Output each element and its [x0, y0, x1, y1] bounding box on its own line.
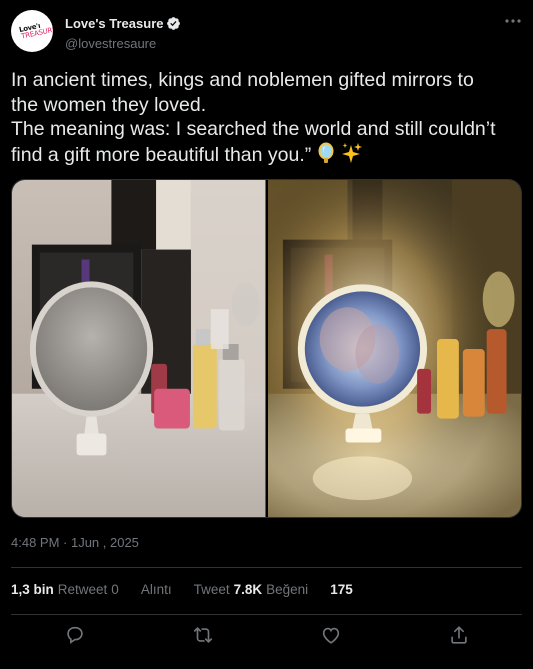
- retweet-icon[interactable]: [192, 624, 214, 646]
- avatar[interactable]: Love'ı TREASURE: [11, 10, 53, 52]
- sparkles-emoji-icon: [342, 142, 363, 163]
- author-handle[interactable]: @lovestresaure: [65, 36, 156, 51]
- display-name[interactable]: Love's Treasure: [65, 16, 163, 31]
- tweet-actions: [0, 624, 533, 650]
- share-icon[interactable]: [448, 624, 470, 646]
- tweet-timestamp[interactable]: 4:48 PM · 1Jun , 2025: [11, 535, 139, 550]
- more-options-icon[interactable]: [504, 16, 522, 26]
- tweet-text-line-last: find a gift more beautiful than you.”: [11, 142, 526, 168]
- like-icon[interactable]: [320, 624, 342, 646]
- mirror-off-illustration: [12, 180, 266, 517]
- likes-count[interactable]: 7.8K: [234, 582, 263, 597]
- retweets-count[interactable]: 1,3 bin: [11, 582, 54, 597]
- divider: [11, 614, 522, 615]
- verified-badge-icon: [167, 17, 181, 30]
- tweet-text: In ancient times, kings and noblemen gif…: [11, 68, 526, 167]
- tweet-header: Love'ı TREASURE Love's Treasure @lovestr…: [11, 10, 526, 54]
- mirror-off-photo[interactable]: [12, 180, 266, 517]
- tweet-text-line: In ancient times, kings and noblemen gif…: [11, 69, 474, 91]
- quotes-count[interactable]: 0: [111, 582, 119, 597]
- tweet-text-line: The meaning was: I searched the world an…: [11, 118, 496, 140]
- likes-prefix-label: Tweet: [193, 582, 230, 597]
- bookmarks-count[interactable]: 175: [330, 582, 353, 597]
- mirror-lit-photo[interactable]: [267, 180, 521, 517]
- engagement-stats: 1,3 bin Retweet 0 Alıntı Tweet 7.8K Beğe…: [11, 582, 357, 597]
- mirror-lit-illustration: [267, 180, 521, 517]
- divider: [11, 567, 522, 568]
- name-row: Love's Treasure: [65, 16, 181, 31]
- tweet-text-line: the women they loved.: [11, 93, 207, 116]
- retweets-label[interactable]: Retweet: [58, 582, 108, 597]
- tweet-text-line: find a gift more beautiful than you.”: [11, 143, 312, 166]
- mirror-emoji-icon: [318, 142, 334, 163]
- quotes-label[interactable]: Alıntı: [141, 582, 172, 597]
- media-gallery[interactable]: [11, 179, 522, 518]
- reply-icon[interactable]: [64, 624, 86, 646]
- likes-label[interactable]: Beğeni: [266, 582, 308, 597]
